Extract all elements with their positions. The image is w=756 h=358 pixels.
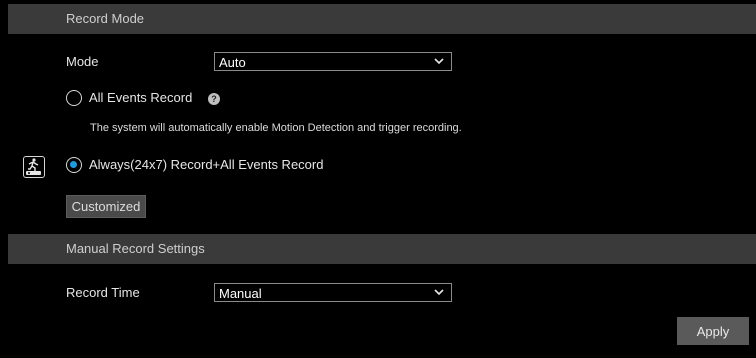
all-events-radio[interactable] xyxy=(66,90,82,106)
auto-mode-description: The system will automatically enable Mot… xyxy=(90,122,462,134)
always-record-label[interactable]: Always(24x7) Record+All Events Record xyxy=(89,157,323,172)
all-events-label[interactable]: All Events Record xyxy=(89,90,192,105)
chevron-down-icon xyxy=(434,58,444,65)
record-time-label: Record Time xyxy=(66,285,140,300)
chevron-down-icon xyxy=(434,289,444,296)
record-time-select-value: Manual xyxy=(219,286,262,301)
record-mode-header: Record Mode xyxy=(8,4,756,34)
manual-record-header: Manual Record Settings xyxy=(8,234,756,264)
mode-label: Mode xyxy=(66,54,99,69)
always-record-radio[interactable] xyxy=(66,157,82,173)
help-icon[interactable]: ? xyxy=(208,93,220,105)
apply-button[interactable]: Apply xyxy=(677,317,749,345)
motion-record-on-icon xyxy=(23,156,45,178)
mode-select-value: Auto xyxy=(219,55,246,70)
manual-record-title: Manual Record Settings xyxy=(66,241,205,256)
mode-select[interactable]: Auto xyxy=(214,52,452,71)
record-time-select[interactable]: Manual xyxy=(214,283,452,302)
customized-button[interactable]: Customized xyxy=(66,195,146,218)
record-mode-title: Record Mode xyxy=(66,11,145,26)
